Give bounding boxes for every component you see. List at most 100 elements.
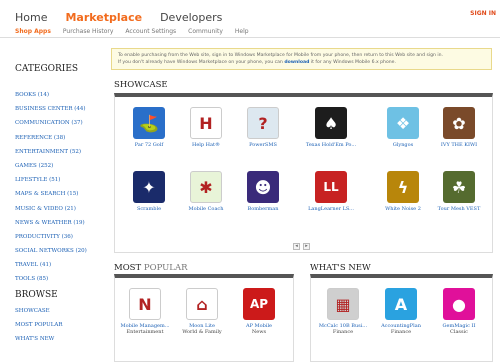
app-name-link[interactable]: Help Hat® bbox=[180, 142, 232, 148]
download-link[interactable]: download bbox=[284, 60, 309, 65]
browse-what-s-new[interactable]: WHAT'S NEW bbox=[15, 332, 110, 346]
category-news-weather-19[interactable]: NEWS & WEATHER (19) bbox=[15, 216, 110, 230]
app-name-link[interactable]: Texas Hold'Em Po... bbox=[305, 142, 357, 148]
app-icon[interactable]: ✿ bbox=[443, 107, 475, 139]
subnav-shop-apps[interactable]: Shop Apps bbox=[15, 28, 51, 35]
category-lifestyle-51[interactable]: LIFESTYLE (51) bbox=[15, 173, 110, 187]
app-tile-glyngos[interactable]: ❖ Glyngos bbox=[377, 107, 429, 148]
pager-next-button[interactable]: ▸ bbox=[303, 243, 310, 250]
app-icon[interactable]: ☘ bbox=[443, 171, 475, 203]
app-name-link[interactable]: IVY THE KIWI bbox=[433, 142, 485, 148]
category-tools-85[interactable]: TOOLS (85) bbox=[15, 272, 110, 286]
secondary-nav: Shop Apps Purchase History Account Setti… bbox=[15, 28, 249, 35]
whats-new-heading: WHAT'S NEW bbox=[310, 263, 371, 273]
app-icon[interactable]: ☻ bbox=[247, 171, 279, 203]
app-name-link[interactable]: Bomberman bbox=[237, 206, 289, 212]
most-popular-heading-a: MOST bbox=[114, 263, 142, 273]
app-tile-ap-mobile[interactable]: AP AP Mobile News bbox=[233, 288, 285, 335]
app-tile-ivy-the-kiwi[interactable]: ✿ IVY THE KIWI bbox=[433, 107, 485, 148]
sign-in-link[interactable]: SIGN IN bbox=[470, 10, 496, 17]
app-tile-par-72-golf[interactable]: ⛳ Par 72 Golf bbox=[123, 107, 175, 148]
app-icon[interactable]: ⛳ bbox=[133, 107, 165, 139]
app-icon[interactable]: ✦ bbox=[133, 171, 165, 203]
category-books-14[interactable]: BOOKS (14) bbox=[15, 88, 110, 102]
app-category-label: News bbox=[251, 329, 267, 335]
most-popular-heading: MOST POPULAR bbox=[114, 263, 187, 273]
app-tile-help-hat[interactable]: H Help Hat® bbox=[180, 107, 232, 148]
category-travel-41[interactable]: TRAVEL (41) bbox=[15, 258, 110, 272]
app-tile-texas-hold-em-po[interactable]: ♠ Texas Hold'Em Po... bbox=[305, 107, 357, 148]
app-icon[interactable]: H bbox=[190, 107, 222, 139]
app-name-link[interactable]: Tour Mesh VEST bbox=[433, 206, 485, 212]
app-tile-moon-lite[interactable]: ⌂ Moon Lite World & Family bbox=[176, 288, 228, 335]
app-icon[interactable]: ● bbox=[443, 288, 475, 320]
app-name-link[interactable]: Par 72 Golf bbox=[123, 142, 175, 148]
app-name-link[interactable]: Glyngos bbox=[377, 142, 429, 148]
nav-home[interactable]: Home bbox=[15, 11, 47, 24]
app-tile-powersms[interactable]: ? PowerSMS bbox=[237, 107, 289, 148]
app-tile-mobile-managem[interactable]: N Mobile Managem... Entertainment bbox=[119, 288, 171, 335]
category-games-252[interactable]: GAMES (252) bbox=[15, 159, 110, 173]
most-popular-heading-b: POPULAR bbox=[143, 263, 188, 273]
subnav-community[interactable]: Community bbox=[188, 28, 223, 35]
app-tile-bomberman[interactable]: ☻ Bomberman bbox=[237, 171, 289, 212]
app-tile-langlearner-ls[interactable]: LL LangLearner LS... bbox=[305, 171, 357, 212]
category-music-video-21[interactable]: MUSIC & VIDEO (21) bbox=[15, 202, 110, 216]
browse-heading: BROWSE bbox=[15, 289, 58, 300]
app-tile-scramble[interactable]: ✦ Scramble bbox=[123, 171, 175, 212]
app-name-link[interactable]: LangLearner LS... bbox=[305, 206, 357, 212]
browse-list: SHOWCASE MOST POPULAR WHAT'S NEW bbox=[0, 304, 110, 346]
subnav-help[interactable]: Help bbox=[235, 28, 249, 35]
showcase-pager: ◂ ▸ bbox=[293, 243, 310, 250]
primary-nav: Home Marketplace Developers bbox=[15, 11, 222, 24]
banner-line-2: If you don't already have Windows Market… bbox=[118, 59, 485, 66]
category-entertainment-52[interactable]: ENTERTAINMENT (52) bbox=[15, 145, 110, 159]
subnav-purchase-history[interactable]: Purchase History bbox=[63, 28, 114, 35]
category-social-networks-20[interactable]: SOCIAL NETWORKS (20) bbox=[15, 244, 110, 258]
app-name-link[interactable]: White Noise 2 bbox=[377, 206, 429, 212]
app-name-link[interactable]: Scramble bbox=[123, 206, 175, 212]
banner-line-2-start: If you don't already have Windows Market… bbox=[118, 60, 283, 65]
app-category-label: Entertainment bbox=[126, 329, 164, 335]
app-category-label: Finance bbox=[332, 329, 354, 335]
nav-developers[interactable]: Developers bbox=[160, 11, 222, 24]
app-icon[interactable]: LL bbox=[315, 171, 347, 203]
browse-showcase[interactable]: SHOWCASE bbox=[15, 304, 110, 318]
browse-most-popular[interactable]: MOST POPULAR bbox=[15, 318, 110, 332]
pager-prev-button[interactable]: ◂ bbox=[293, 243, 300, 250]
app-name-link[interactable]: PowerSMS bbox=[237, 142, 289, 148]
app-name-link[interactable]: Mobile Coach bbox=[180, 206, 232, 212]
info-banner: To enable purchasing from the Web site, … bbox=[111, 48, 492, 70]
app-icon[interactable]: AP bbox=[243, 288, 275, 320]
category-reference-38[interactable]: REFERENCE (38) bbox=[15, 131, 110, 145]
category-productivity-36[interactable]: PRODUCTIVITY (36) bbox=[15, 230, 110, 244]
app-tile-tour-mesh-vest[interactable]: ☘ Tour Mesh VEST bbox=[433, 171, 485, 212]
app-icon[interactable]: ⌂ bbox=[186, 288, 218, 320]
app-icon[interactable]: ❖ bbox=[387, 107, 419, 139]
most-popular-panel: N Mobile Managem... Entertainment ⌂ Moon Lit… bbox=[114, 274, 294, 362]
app-icon[interactable]: A bbox=[385, 288, 417, 320]
category-business-center-44[interactable]: BUSINESS CENTER (44) bbox=[15, 102, 110, 116]
subnav-account-settings[interactable]: Account Settings bbox=[125, 28, 176, 35]
showcase-heading: SHOWCASE bbox=[114, 80, 168, 90]
nav-marketplace[interactable]: Marketplace bbox=[65, 11, 142, 24]
app-icon[interactable]: ϟ bbox=[387, 171, 419, 203]
category-communication-37[interactable]: COMMUNICATION (37) bbox=[15, 116, 110, 130]
app-category-label: World & Family bbox=[182, 329, 222, 335]
app-icon[interactable]: ? bbox=[247, 107, 279, 139]
app-category-label: Classic bbox=[450, 329, 468, 335]
app-icon[interactable]: N bbox=[129, 288, 161, 320]
app-icon[interactable]: ✱ bbox=[190, 171, 222, 203]
category-list: BOOKS (14) BUSINESS CENTER (44) COMMUNICAT… bbox=[0, 88, 110, 287]
app-tile-white-noise-2[interactable]: ϟ White Noise 2 bbox=[377, 171, 429, 212]
app-tile-mccalc-10b-busi[interactable]: ▦ McCalc 10B Busi... Finance bbox=[317, 288, 369, 335]
app-tile-accountingplan[interactable]: A AccountingPlan Finance bbox=[375, 288, 427, 335]
app-tile-gemmagic-ii[interactable]: ● GemMagic II Classic bbox=[433, 288, 485, 335]
category-maps-search-15[interactable]: MAPS & SEARCH (15) bbox=[15, 187, 110, 201]
app-icon[interactable]: ▦ bbox=[327, 288, 359, 320]
showcase-panel: ⛳ Par 72 Golf H Help Hat®? PowerSMS ♠ Texas Ho… bbox=[114, 93, 493, 253]
app-category-label: Finance bbox=[390, 329, 412, 335]
app-icon[interactable]: ♠ bbox=[315, 107, 347, 139]
sidebar: CATEGORIES BOOKS (14) BUSINESS CENTER (44… bbox=[0, 46, 110, 362]
app-tile-mobile-coach[interactable]: ✱ Mobile Coach bbox=[180, 171, 232, 212]
